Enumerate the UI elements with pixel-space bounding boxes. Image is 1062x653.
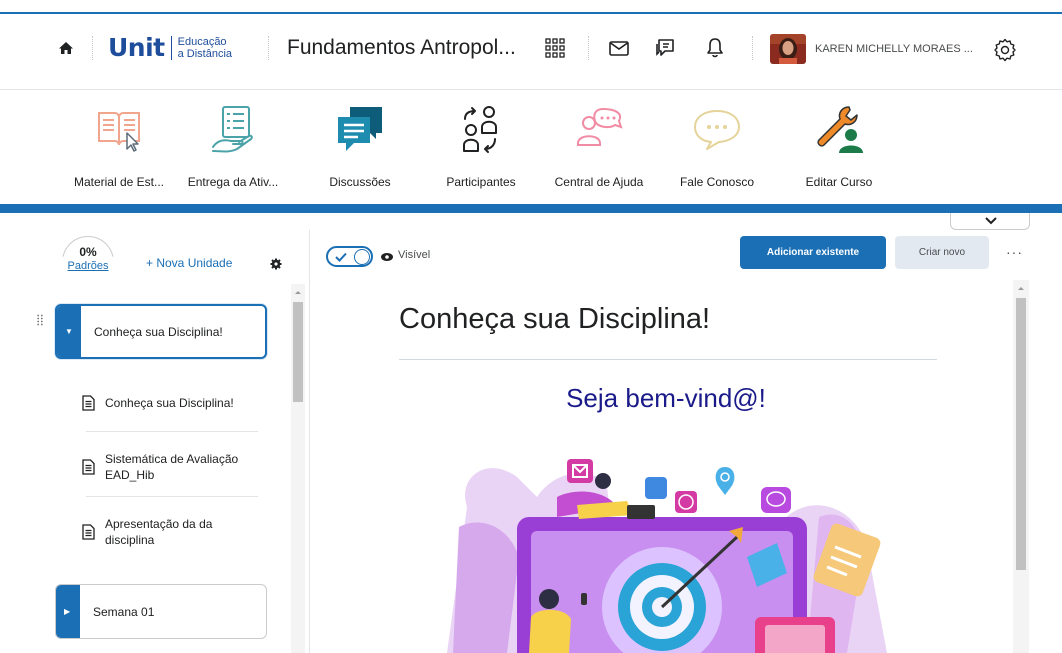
tool-label: Central de Ajuda <box>554 175 644 189</box>
topic-label-line: Apresentação da da <box>105 517 213 531</box>
tool-label: Participantes <box>446 175 516 189</box>
new-unit-button[interactable]: + Nova Unidade <box>146 256 232 270</box>
course-banner-band <box>0 204 1062 213</box>
table-of-contents-panel: 0% Padrões + Nova Unidade ▼ Conheça sua … <box>0 230 310 653</box>
tool-label: Fale Conosco <box>679 175 755 189</box>
scrollbar-thumb[interactable] <box>293 302 303 402</box>
topic-sistematica-de-avaliacao[interactable]: Sistemática de Avaliação EAD_Hib <box>82 451 258 485</box>
separator <box>588 36 589 60</box>
topic-label-line: EAD_Hib <box>105 468 155 482</box>
caret-right-icon: ▶ <box>64 606 71 616</box>
eye-icon <box>381 253 393 261</box>
separator <box>268 36 269 60</box>
unit-semana-01[interactable]: ▶ Semana 01 <box>55 584 267 639</box>
apps-grid-icon[interactable] <box>543 36 567 60</box>
unit-logo[interactable]: Unit Educação a Distância <box>108 33 232 62</box>
topic-apresentacao-da-disciplina[interactable]: Apresentação da da disciplina <box>82 516 258 550</box>
course-tools-bar: Material de Est... Entrega da Ativ... Di… <box>0 91 1062 203</box>
content-scrollbar[interactable] <box>1013 280 1029 653</box>
document-icon <box>82 395 95 411</box>
document-icon <box>82 459 95 475</box>
progress-value: 0% <box>79 245 97 259</box>
home-icon[interactable] <box>58 40 74 56</box>
tool-participantes[interactable]: Participantes <box>426 91 536 201</box>
logo-subtitle: Educação a Distância <box>178 36 232 60</box>
logo-divider <box>170 36 172 60</box>
heading-divider <box>399 359 937 360</box>
logo-sub-line-2: a Distância <box>177 48 233 60</box>
left-scrollbar[interactable] <box>291 284 305 653</box>
tool-label: Discussões <box>329 175 391 189</box>
chat-icon[interactable] <box>653 36 677 60</box>
bell-icon[interactable] <box>703 36 727 60</box>
course-title[interactable]: Fundamentos Antropol... <box>287 36 516 60</box>
separator <box>92 36 93 60</box>
tool-label: Entrega da Ativ... <box>187 175 279 189</box>
help-chat-icon <box>577 107 623 146</box>
tool-label: Editar Curso <box>805 175 873 189</box>
topic-label-line: Sistemática de Avaliação <box>105 452 239 466</box>
tool-label: Material de Est... <box>73 175 165 189</box>
scrollbar-thumb[interactable] <box>1016 298 1026 570</box>
scroll-up-icon[interactable] <box>1013 283 1029 293</box>
tool-central-de-ajuda[interactable]: Central de Ajuda <box>544 91 654 201</box>
mail-icon[interactable] <box>607 36 631 60</box>
progress-indicator[interactable]: 0% Padrões <box>62 236 114 274</box>
welcome-heading: Seja bem-vind@! <box>566 383 766 413</box>
tool-entrega-da-atividade[interactable]: Entrega da Ativ... <box>178 91 288 201</box>
topic-label: Sistemática de Avaliação EAD_Hib <box>105 451 238 483</box>
create-new-button[interactable]: Criar novo <box>895 236 989 269</box>
gear-icon[interactable] <box>993 38 1017 62</box>
avatar[interactable] <box>770 34 806 64</box>
chat-bubbles-icon <box>338 107 382 151</box>
check-icon <box>335 252 347 262</box>
more-options-button[interactable]: ··· <box>1006 244 1023 260</box>
topic-conheca-sua-disciplina[interactable]: Conheça sua Disciplina! <box>82 395 258 413</box>
logo-word: Unit <box>108 33 165 62</box>
unit-conheca-sua-disciplina[interactable]: ▼ Conheça sua Disciplina! <box>55 304 267 359</box>
unit-label: Conheça sua Disciplina! <box>94 324 223 339</box>
unit-expand-toggle[interactable]: ▶ <box>56 585 80 638</box>
content-viewer: Conheça sua Disciplina! Seja bem-vind@! <box>321 277 1011 653</box>
tool-material-de-estudo[interactable]: Material de Est... <box>64 91 174 201</box>
chevron-down-icon <box>985 217 997 225</box>
collapse-banner-button[interactable] <box>950 213 1030 230</box>
unit-label: Semana 01 <box>93 604 155 619</box>
topic-label: Conheça sua Disciplina! <box>105 396 234 410</box>
unit-expand-toggle[interactable]: ▼ <box>57 306 81 357</box>
caret-down-icon: ▼ <box>65 326 73 336</box>
participants-icon <box>463 106 497 153</box>
tool-fale-conosco[interactable]: Fale Conosco <box>662 91 772 201</box>
tool-editar-curso[interactable]: Editar Curso <box>784 91 894 201</box>
topic-label-line: disciplina <box>105 533 155 547</box>
user-name[interactable]: KAREN MICHELLY MORAES ... <box>815 43 973 55</box>
wrench-user-icon <box>817 106 863 153</box>
checklist-hand-icon <box>212 106 253 153</box>
divider <box>86 431 258 432</box>
welcome-illustration <box>447 459 887 653</box>
toggle-knob <box>354 249 370 265</box>
logo-sub-line-1: Educação <box>177 36 227 48</box>
book-icon <box>98 112 140 152</box>
separator <box>752 36 753 60</box>
content-panel: Visível Adicionar existente Criar novo ·… <box>311 230 1062 653</box>
speech-bubble-icon <box>694 110 740 150</box>
progress-label[interactable]: Padrões <box>62 260 114 272</box>
settings-icon[interactable] <box>270 258 282 270</box>
topic-label: Apresentação da da disciplina <box>105 516 212 548</box>
visibility-toggle[interactable] <box>326 246 373 267</box>
drag-handle-icon[interactable] <box>37 314 43 326</box>
top-navbar: Unit Educação a Distância Fundamentos An… <box>0 14 1062 90</box>
document-icon <box>82 524 95 540</box>
tool-discussoes[interactable]: Discussões <box>305 91 415 201</box>
page-title: Conheça sua Disciplina! <box>399 303 711 335</box>
add-existing-button[interactable]: Adicionar existente <box>740 236 886 269</box>
divider <box>86 496 258 497</box>
scroll-up-icon[interactable] <box>291 287 305 297</box>
visibility-label: Visível <box>398 249 431 261</box>
